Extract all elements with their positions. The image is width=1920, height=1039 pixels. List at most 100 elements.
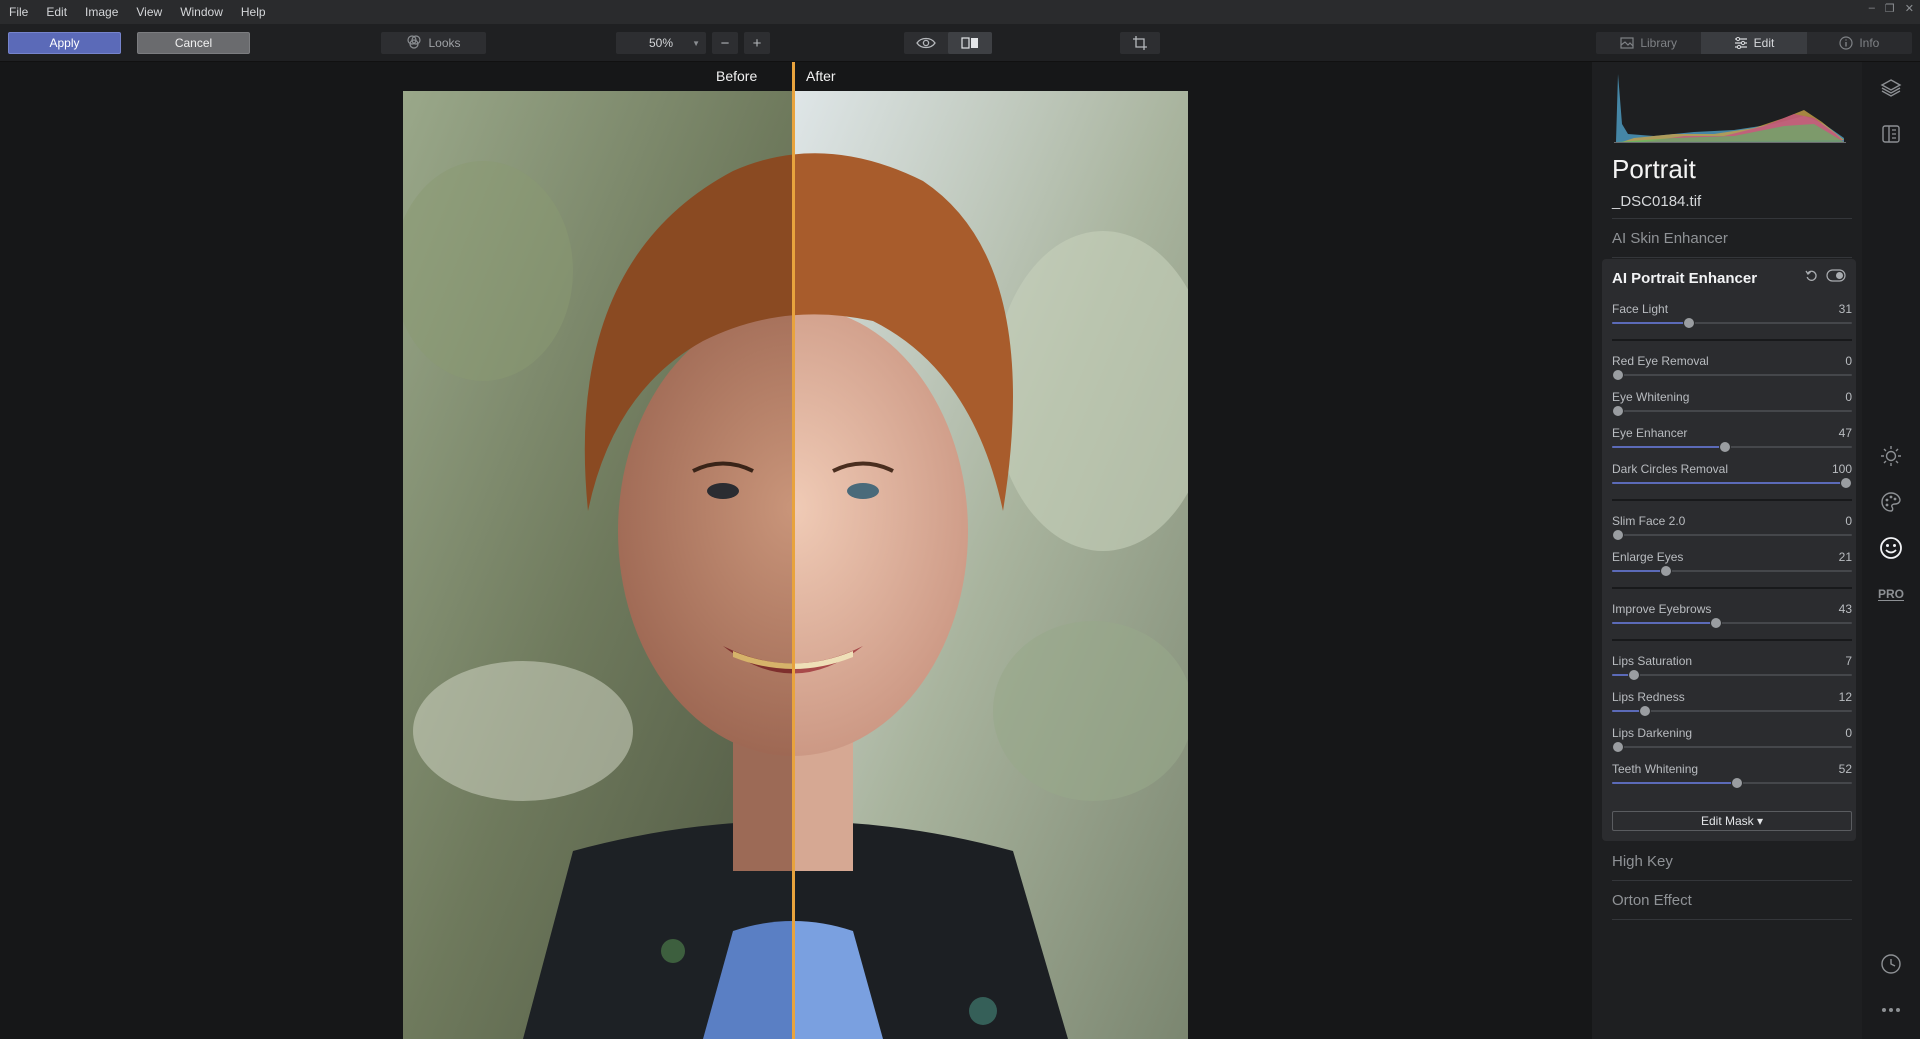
section-high-key[interactable]: High Key [1612, 853, 1673, 870]
info-icon [1839, 36, 1853, 50]
zoom-select[interactable]: 50% ▼ [616, 32, 706, 54]
split-compare-icon [961, 37, 978, 49]
zoom-value: 50% [648, 36, 674, 50]
before-label: Before [716, 68, 758, 84]
restore-icon[interactable]: ❐ [1885, 2, 1895, 15]
menu-window[interactable]: Window [171, 5, 232, 19]
slider-track[interactable] [1612, 477, 1852, 489]
looks-button[interactable]: Looks [381, 32, 486, 54]
slider-fill [1612, 710, 1641, 712]
slider-track[interactable] [1612, 441, 1852, 453]
visibility-toggle-icon[interactable] [1826, 269, 1846, 287]
section-orton-effect[interactable]: Orton Effect [1612, 892, 1692, 909]
slider-label: Slim Face 2.0 [1612, 514, 1686, 528]
slider-value: 7 [1845, 654, 1852, 668]
zoom-out-button[interactable]: − [712, 32, 738, 54]
slider-track[interactable] [1612, 777, 1852, 789]
photo-preview[interactable] [403, 91, 1188, 1039]
edit-mask-button[interactable]: Edit Mask ▾ [1612, 811, 1852, 831]
section-ai-skin-enhancer[interactable]: AI Skin Enhancer [1612, 230, 1728, 247]
histogram [1614, 64, 1846, 144]
minimize-icon[interactable]: – [1869, 2, 1875, 15]
slider-track[interactable] [1612, 317, 1852, 329]
menu-image[interactable]: Image [76, 5, 127, 19]
view-toggle-group [904, 32, 992, 54]
slider-value: 12 [1838, 690, 1852, 704]
layers-icon[interactable] [1879, 76, 1903, 100]
slider-value: 0 [1845, 354, 1852, 368]
tab-edit-label: Edit [1753, 36, 1775, 50]
slider-track[interactable] [1612, 705, 1852, 717]
slider-slim-face-2-0[interactable]: Slim Face 2.0 0 [1612, 514, 1852, 550]
slider-value: 0 [1845, 390, 1852, 404]
slider-fill [1612, 674, 1629, 676]
reset-icon[interactable] [1805, 269, 1818, 287]
pro-icon[interactable]: PRO [1878, 582, 1905, 606]
apply-button[interactable]: Apply [8, 32, 121, 54]
slider-enlarge-eyes[interactable]: Enlarge Eyes 21 [1612, 550, 1852, 586]
crop-button[interactable] [1120, 32, 1160, 54]
slider-eye-enhancer[interactable]: Eye Enhancer 47 [1612, 426, 1852, 462]
more-icon[interactable] [1879, 998, 1903, 1022]
slider-red-eye-removal[interactable]: Red Eye Removal 0 [1612, 354, 1852, 390]
slider-handle[interactable] [1719, 441, 1732, 453]
slider-track[interactable] [1612, 529, 1852, 541]
slider-handle[interactable] [1612, 405, 1624, 417]
history-icon[interactable] [1879, 952, 1903, 976]
slider-handle[interactable] [1627, 669, 1640, 681]
slider-track[interactable] [1612, 565, 1852, 577]
slider-dark-circles-removal[interactable]: Dark Circles Removal 100 [1612, 462, 1852, 498]
slider-lips-redness[interactable]: Lips Redness 12 [1612, 690, 1852, 726]
compare-divider-handle[interactable] [792, 62, 795, 1039]
slider-handle[interactable] [1639, 705, 1652, 717]
slider-handle[interactable] [1612, 529, 1624, 541]
presets-icon[interactable] [1879, 122, 1903, 146]
slider-label: Lips Saturation [1612, 654, 1693, 668]
menu-file[interactable]: File [0, 5, 37, 19]
slider-improve-eyebrows[interactable]: Improve Eyebrows 43 [1612, 602, 1852, 638]
section-tools [1805, 269, 1846, 287]
slider-label: Eye Enhancer [1612, 426, 1688, 440]
slider-handle[interactable] [1612, 741, 1624, 753]
tab-library[interactable]: Library [1596, 32, 1701, 54]
preview-toggle-button[interactable] [904, 32, 948, 54]
slider-fill [1612, 570, 1663, 572]
slider-face-light[interactable]: Face Light 31 [1612, 302, 1852, 338]
cancel-button[interactable]: Cancel [137, 32, 250, 54]
sliders-icon [1734, 37, 1747, 49]
close-icon[interactable]: ✕ [1905, 2, 1914, 15]
group-divider [1612, 339, 1852, 341]
slider-track[interactable] [1612, 741, 1852, 753]
menu-view[interactable]: View [127, 5, 171, 19]
slider-eye-whitening[interactable]: Eye Whitening 0 [1612, 390, 1852, 426]
slider-handle[interactable] [1730, 777, 1743, 789]
slider-label: Lips Redness [1612, 690, 1685, 704]
slider-value: 43 [1838, 602, 1852, 616]
tab-library-label: Library [1640, 36, 1677, 50]
slider-lips-darkening[interactable]: Lips Darkening 0 [1612, 726, 1852, 762]
palette-icon[interactable] [1879, 490, 1903, 514]
slider-label: Red Eye Removal [1612, 354, 1709, 368]
slider-handle[interactable] [1710, 617, 1723, 629]
slider-track[interactable] [1612, 669, 1852, 681]
menu-edit[interactable]: Edit [37, 5, 76, 19]
sun-icon[interactable] [1879, 444, 1903, 468]
slider-handle[interactable] [1840, 477, 1852, 489]
menu-help[interactable]: Help [232, 5, 275, 19]
compare-toggle-button[interactable] [948, 32, 992, 54]
slider-label: Enlarge Eyes [1612, 550, 1684, 564]
slider-handle[interactable] [1682, 317, 1695, 329]
zoom-in-button[interactable]: + [744, 32, 770, 54]
slider-handle[interactable] [1659, 565, 1672, 577]
slider-track[interactable] [1612, 405, 1852, 417]
slider-handle[interactable] [1612, 369, 1624, 381]
tab-info[interactable]: Info [1807, 32, 1912, 54]
slider-track[interactable] [1612, 617, 1852, 629]
smile-icon[interactable] [1879, 536, 1903, 560]
tab-edit[interactable]: Edit [1701, 32, 1807, 54]
slider-lips-saturation[interactable]: Lips Saturation 7 [1612, 654, 1852, 690]
section-ai-portrait-enhancer: AI Portrait Enhancer Face Light 31 Red Eye… [1602, 259, 1856, 841]
slider-track[interactable] [1612, 369, 1852, 381]
slider-teeth-whitening[interactable]: Teeth Whitening 52 [1612, 762, 1852, 798]
after-label: After [806, 68, 836, 84]
